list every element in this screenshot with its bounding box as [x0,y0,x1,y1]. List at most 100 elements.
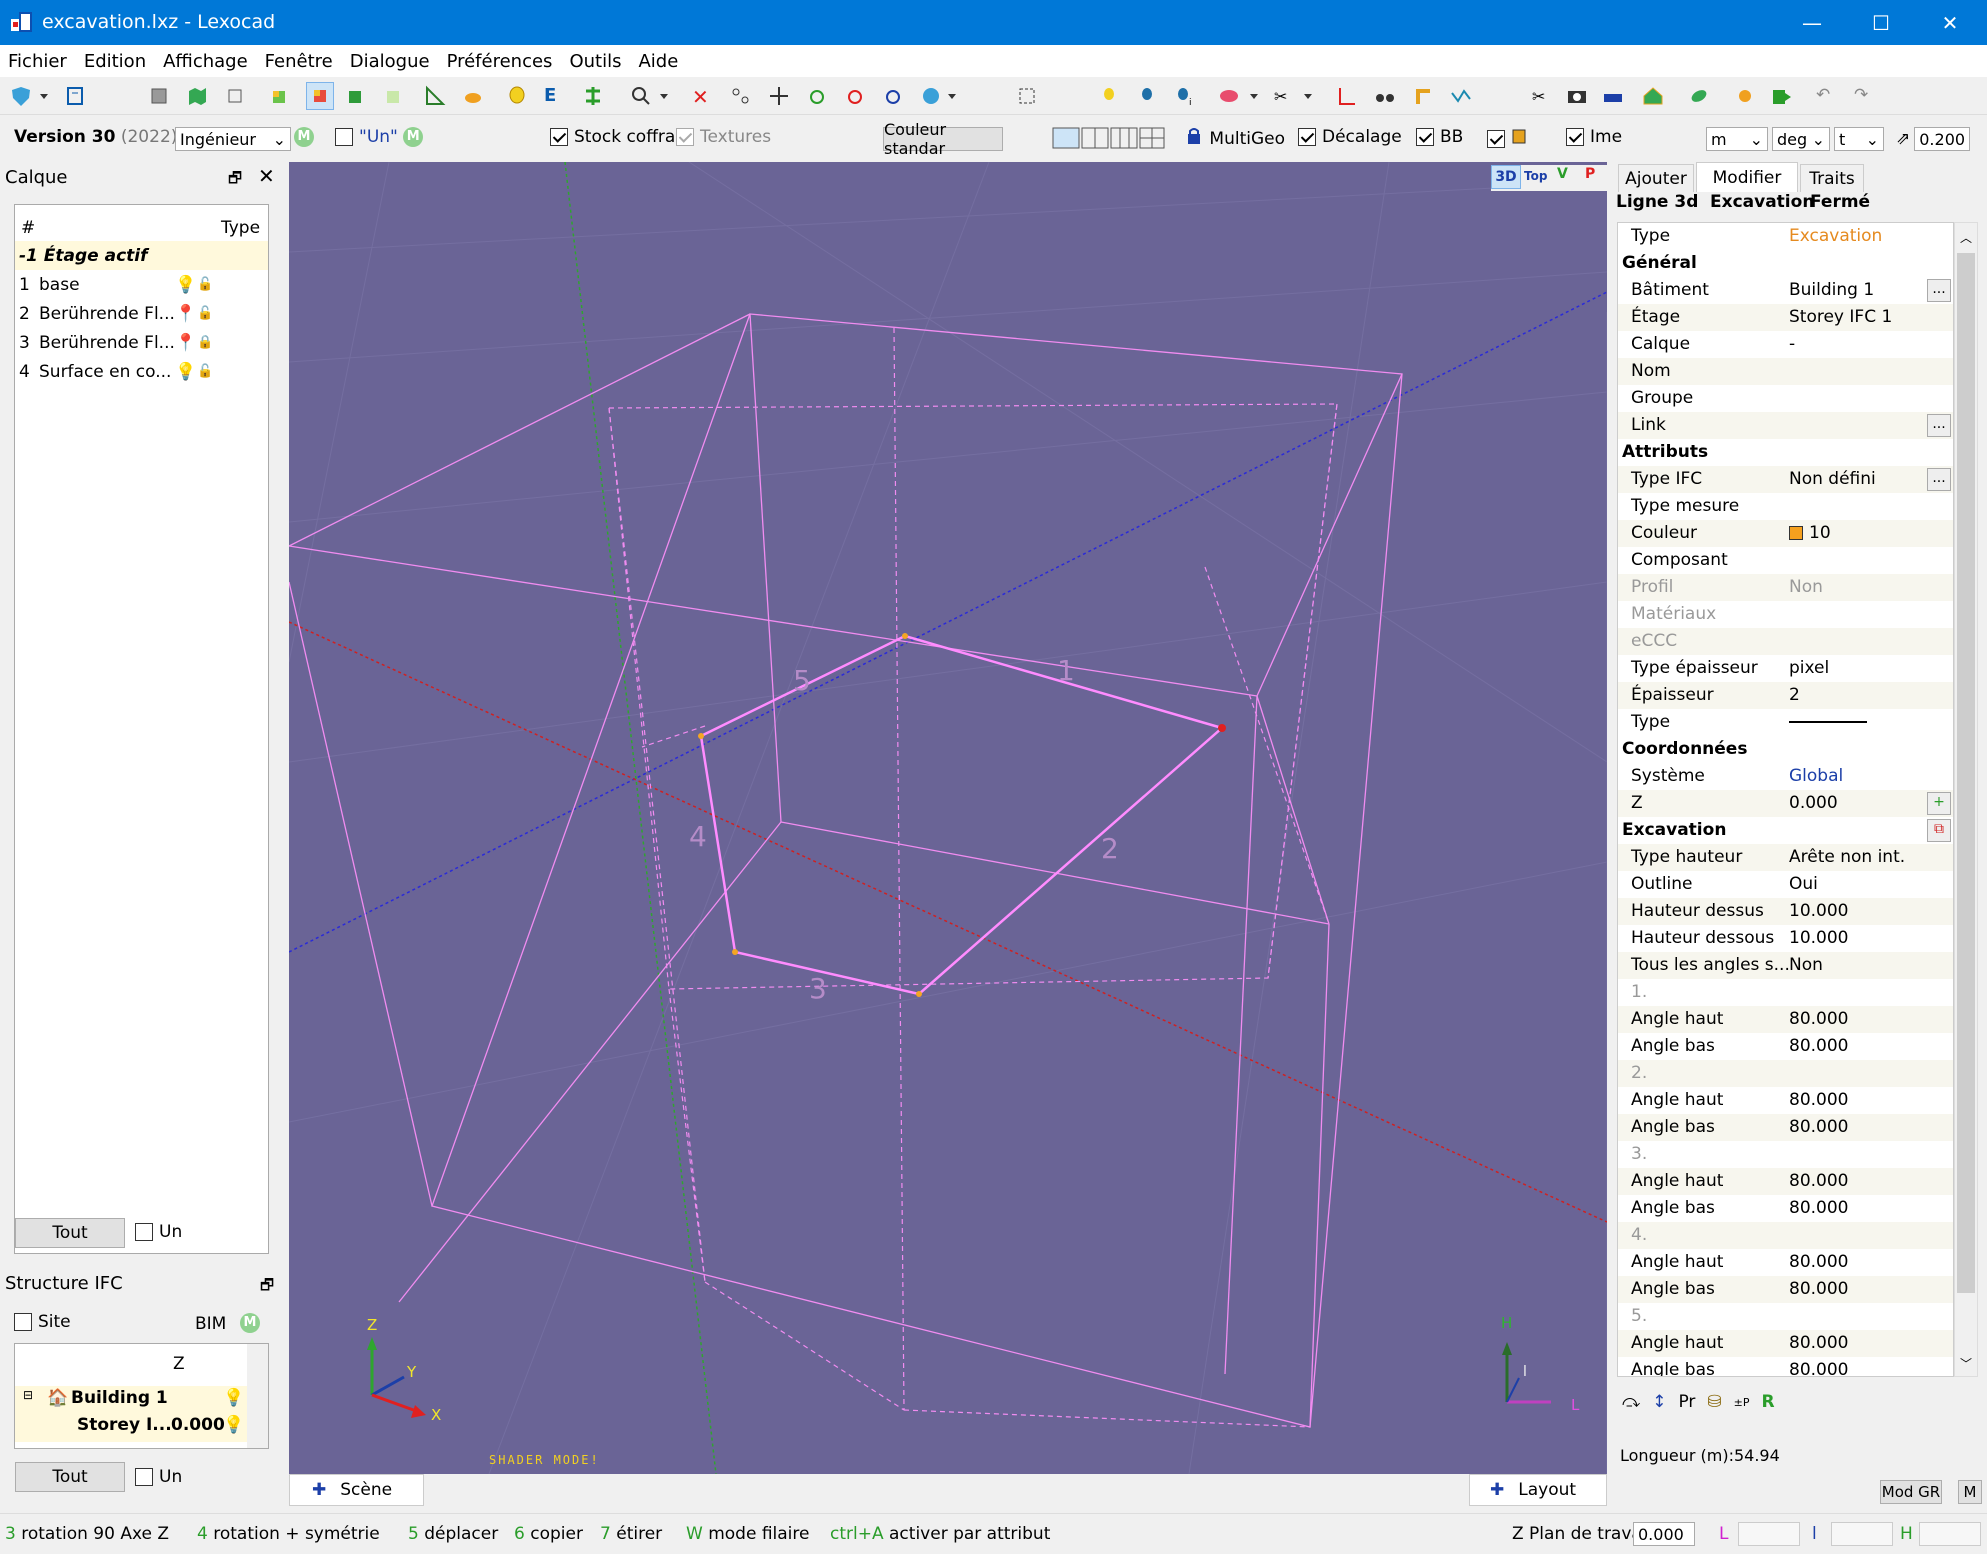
undo-icon[interactable]: ↶ [1816,85,1838,107]
shield-icon[interactable] [10,85,32,107]
ellipsis-button[interactable]: ... [1927,414,1951,437]
binoculars-icon[interactable] [1374,85,1396,107]
nodes-icon[interactable] [730,85,752,107]
flip-icon[interactable]: ⤼ [1622,1392,1640,1412]
property-row[interactable]: Profil Non [1618,574,1953,601]
book-icon[interactable] [64,85,86,107]
cube-gray-icon[interactable] [148,85,170,107]
close-panel-icon[interactable]: ✕ [258,164,275,188]
property-row[interactable]: Hauteur dessous 10.000 [1618,925,1953,952]
view-p-tab[interactable]: P [1585,166,1595,182]
globe-icon[interactable] [920,85,942,107]
decalage-checkbox[interactable] [1298,128,1316,146]
measure-icon[interactable] [424,85,446,107]
property-row[interactable]: Composant [1618,547,1953,574]
move-icon[interactable] [768,85,790,107]
delete-icon[interactable]: ✕ [692,85,714,109]
unit-angle-select[interactable]: deg ⌄ [1772,127,1830,151]
menu-affichage[interactable]: Affichage [163,51,248,72]
layout-split-icons[interactable] [1052,127,1166,149]
cube-yellow-icon[interactable] [268,85,290,107]
camera-icon[interactable] [1566,85,1588,107]
bulb-icon[interactable] [506,85,528,107]
property-row[interactable]: Angle bas 80.000 [1618,1033,1953,1060]
undock-icon[interactable]: 🗗 [228,168,242,193]
unit-mass-select[interactable]: t ⌄ [1834,127,1884,151]
menu-dialogue[interactable]: Dialogue [350,51,430,72]
car-icon[interactable] [1602,85,1624,107]
marker-info-icon[interactable]: i [1174,85,1196,108]
couleur-button[interactable]: Couleur standar [883,120,1003,158]
layout-tab[interactable]: ✚ Layout [1469,1474,1607,1506]
bulb-small-icon[interactable] [1098,85,1120,107]
property-row[interactable]: Z 0.000 + [1618,790,1953,817]
property-row[interactable]: 4. [1618,1222,1953,1249]
brush-icon[interactable] [462,85,484,107]
l-input[interactable] [1738,1522,1800,1546]
line-type-sample[interactable] [1789,721,1867,723]
property-row[interactable]: 5. [1618,1303,1953,1330]
property-row[interactable]: Angle bas 80.000 [1618,1195,1953,1222]
calque-un-checkbox[interactable] [135,1223,153,1241]
property-row[interactable]: Couleur 10 [1618,520,1953,547]
menu-preferences[interactable]: Préférences [447,51,553,72]
marker-icon[interactable] [1136,85,1158,107]
property-row[interactable]: Type épaisseur pixel [1618,655,1953,682]
bb-checkbox[interactable] [1416,128,1434,146]
rotate-blue-icon[interactable] [882,85,904,107]
layer-row[interactable]: 3 Berührende Fl... 📍 🔒 [19,328,259,357]
rotate-green-icon[interactable] [806,85,828,107]
property-row[interactable]: Type mesure [1618,493,1953,520]
e-icon[interactable]: E [544,85,566,107]
menu-fenetre[interactable]: Fenêtre [265,51,333,72]
property-row[interactable]: Type IFC Non défini... [1618,466,1953,493]
property-row[interactable]: 1. [1618,979,1953,1006]
property-row[interactable]: Nom [1618,358,1953,385]
bulb-icon[interactable]: 💡 [223,1388,244,1408]
updown-icon[interactable]: ↕ [1652,1392,1666,1412]
property-row[interactable]: Système Global [1618,763,1953,790]
view-3d-tab[interactable]: 3D [1491,165,1521,189]
minimize-button[interactable]: — [1777,0,1847,45]
calque-tout-button[interactable]: Tout [15,1218,125,1248]
pr-button[interactable]: Pr [1678,1392,1695,1412]
house-icon[interactable] [1642,85,1664,107]
offset-value-input[interactable]: 0.200 [1914,127,1971,151]
sun-icon[interactable] [1734,85,1756,107]
toggle-icon[interactable] [1218,85,1240,107]
property-row[interactable]: Matériaux [1618,601,1953,628]
property-row[interactable]: Angle bas 80.000 [1618,1276,1953,1303]
dropdown-arrow-icon[interactable] [1248,85,1260,107]
cube-light-icon[interactable] [382,85,404,107]
ifc-tout-button[interactable]: Tout [15,1462,125,1492]
storey-label[interactable]: Storey I... [77,1415,172,1435]
window-icon[interactable] [224,85,246,107]
fit-view-icon[interactable] [1016,85,1038,107]
zplan-input[interactable]: 0.000 [1633,1522,1695,1546]
i-input[interactable] [1831,1522,1893,1546]
property-row[interactable]: Tous les angles s... Non [1618,952,1953,979]
close-button[interactable]: ✕ [1915,0,1985,45]
ellipsis-button[interactable]: ... [1927,279,1951,302]
dropdown-arrow-icon[interactable] [38,85,50,107]
ifc-scrollbar[interactable] [247,1344,268,1448]
dropdown-arrow-icon[interactable] [658,85,670,107]
mod-gr-button[interactable]: Mod GR [1880,1480,1942,1504]
property-row[interactable]: Groupe [1618,385,1953,412]
menu-fichier[interactable]: Fichier [8,51,67,72]
collapse-icon[interactable]: ⊟ [23,1388,33,1402]
ime-checkbox[interactable] [1566,128,1584,146]
cube-green-icon[interactable] [344,85,366,107]
scissors-icon[interactable]: ✂ [1272,85,1294,107]
property-row[interactable]: Type Excavation [1618,223,1953,250]
profile-select[interactable]: Ingénieur ⌄ [175,127,291,151]
active-layer-row[interactable]: -1 Étage actif [15,241,268,270]
dropdown-arrow-icon[interactable] [1302,85,1314,107]
textures-checkbox[interactable] [676,128,694,146]
3d-viewport[interactable]: 1 2 3 4 5 Z Y X H l L SHADER MODE! 3D To… [289,162,1607,1474]
zoom-icon[interactable] [630,85,652,107]
site-checkbox[interactable] [14,1313,32,1331]
tab-ajouter[interactable]: Ajouter [1618,164,1694,192]
m-button[interactable]: M [1958,1480,1982,1504]
property-scrollbar[interactable]: ︿ ﹀ [1954,222,1978,1377]
